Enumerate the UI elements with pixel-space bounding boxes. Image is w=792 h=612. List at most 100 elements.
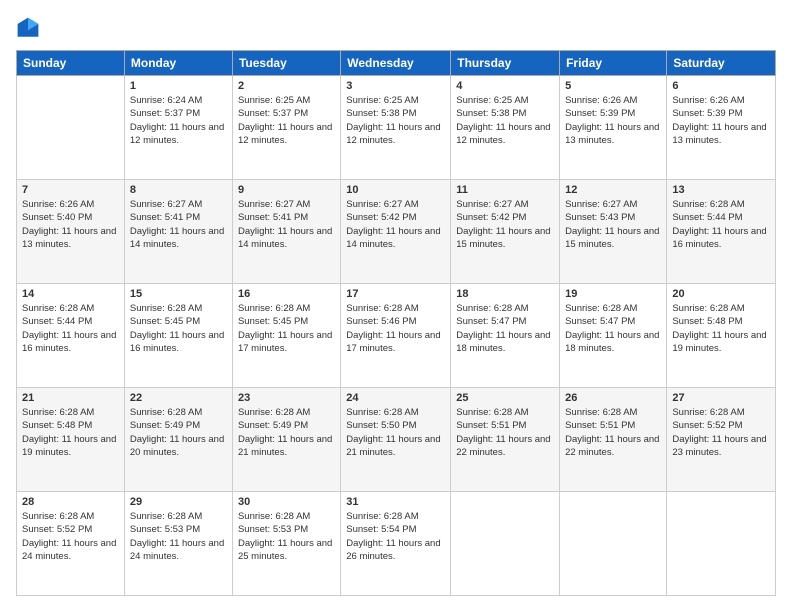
day-info: Sunrise: 6:28 AM Sunset: 5:45 PM Dayligh… [130, 302, 227, 355]
day-number: 23 [238, 392, 335, 404]
day-info: Sunrise: 6:27 AM Sunset: 5:41 PM Dayligh… [130, 198, 227, 251]
calendar-day-cell: 10 Sunrise: 6:27 AM Sunset: 5:42 PM Dayli… [341, 180, 451, 284]
calendar-week-row: 7Sunrise: 6:26 AM Sunset: 5:40 PM Daylig… [17, 180, 776, 284]
calendar-day-cell: 21 Sunrise: 6:28 AM Sunset: 5:48 PM Dayli… [17, 388, 125, 492]
calendar-day-cell: 5 Sunrise: 6:26 AM Sunset: 5:39 PM Daylig… [560, 76, 667, 180]
day-number: 2 [238, 80, 335, 92]
day-number: 11 [456, 184, 554, 196]
day-info: Sunrise: 6:28 AM Sunset: 5:53 PM Dayligh… [130, 510, 227, 563]
calendar-day-cell: 14 Sunrise: 6:28 AM Sunset: 5:44 PM Dayli… [17, 284, 125, 388]
day-info: Sunrise: 6:27 AM Sunset: 5:42 PM Dayligh… [456, 198, 554, 251]
calendar-day-cell: 28 Sunrise: 6:28 AM Sunset: 5:52 PM Dayli… [17, 492, 125, 596]
calendar-day-cell: 20Sunrise: 6:28 AM Sunset: 5:48 PM Dayli… [667, 284, 776, 388]
calendar-week-row: 21 Sunrise: 6:28 AM Sunset: 5:48 PM Dayli… [17, 388, 776, 492]
calendar-day-cell: 2Sunrise: 6:25 AM Sunset: 5:37 PM Daylig… [232, 76, 340, 180]
day-number: 9 [238, 184, 335, 196]
day-number: 17 [346, 288, 445, 300]
day-info: Sunrise: 6:24 AM Sunset: 5:37 PM Dayligh… [130, 94, 227, 147]
day-number: 15 [130, 288, 227, 300]
calendar-day-cell: 7Sunrise: 6:26 AM Sunset: 5:40 PM Daylig… [17, 180, 125, 284]
calendar-day-cell: 12 Sunrise: 6:27 AM Sunset: 5:43 PM Dayli… [560, 180, 667, 284]
day-info: Sunrise: 6:26 AM Sunset: 5:40 PM Dayligh… [22, 198, 119, 251]
day-info: Sunrise: 6:28 AM Sunset: 5:49 PM Dayligh… [130, 406, 227, 459]
calendar-day-header: Wednesday [341, 51, 451, 76]
calendar-day-cell: 31Sunrise: 6:28 AM Sunset: 5:54 PM Dayli… [341, 492, 451, 596]
day-info: Sunrise: 6:28 AM Sunset: 5:46 PM Dayligh… [346, 302, 445, 355]
calendar-day-cell: 1 Sunrise: 6:24 AM Sunset: 5:37 PM Daylig… [124, 76, 232, 180]
calendar-day-cell: 8 Sunrise: 6:27 AM Sunset: 5:41 PM Daylig… [124, 180, 232, 284]
calendar-day-cell [560, 492, 667, 596]
calendar-day-header: Sunday [17, 51, 125, 76]
day-number: 3 [346, 80, 445, 92]
calendar-day-cell: 15 Sunrise: 6:28 AM Sunset: 5:45 PM Dayli… [124, 284, 232, 388]
calendar-day-cell: 11 Sunrise: 6:27 AM Sunset: 5:42 PM Dayli… [451, 180, 560, 284]
day-info: Sunrise: 6:27 AM Sunset: 5:43 PM Dayligh… [565, 198, 661, 251]
day-number: 5 [565, 80, 661, 92]
day-info: Sunrise: 6:26 AM Sunset: 5:39 PM Dayligh… [565, 94, 661, 147]
day-number: 1 [130, 80, 227, 92]
day-number: 22 [130, 392, 227, 404]
day-info: Sunrise: 6:28 AM Sunset: 5:53 PM Dayligh… [238, 510, 335, 563]
day-info: Sunrise: 6:28 AM Sunset: 5:47 PM Dayligh… [565, 302, 661, 355]
calendar-day-cell: 30Sunrise: 6:28 AM Sunset: 5:53 PM Dayli… [232, 492, 340, 596]
calendar-day-header: Monday [124, 51, 232, 76]
calendar-day-cell: 24 Sunrise: 6:28 AM Sunset: 5:50 PM Dayli… [341, 388, 451, 492]
day-info: Sunrise: 6:28 AM Sunset: 5:48 PM Dayligh… [672, 302, 770, 355]
day-number: 26 [565, 392, 661, 404]
calendar-week-row: 1 Sunrise: 6:24 AM Sunset: 5:37 PM Daylig… [17, 76, 776, 180]
day-info: Sunrise: 6:28 AM Sunset: 5:44 PM Dayligh… [22, 302, 119, 355]
page: SundayMondayTuesdayWednesdayThursdayFrid… [0, 0, 792, 612]
day-number: 8 [130, 184, 227, 196]
calendar-day-cell: 22 Sunrise: 6:28 AM Sunset: 5:49 PM Dayli… [124, 388, 232, 492]
calendar-day-cell: 6 Sunrise: 6:26 AM Sunset: 5:39 PM Daylig… [667, 76, 776, 180]
day-info: Sunrise: 6:28 AM Sunset: 5:45 PM Dayligh… [238, 302, 335, 355]
calendar-day-header: Thursday [451, 51, 560, 76]
day-info: Sunrise: 6:28 AM Sunset: 5:52 PM Dayligh… [22, 510, 119, 563]
day-number: 12 [565, 184, 661, 196]
day-number: 18 [456, 288, 554, 300]
calendar-day-cell: 16 Sunrise: 6:28 AM Sunset: 5:45 PM Dayli… [232, 284, 340, 388]
calendar-day-cell: 13Sunrise: 6:28 AM Sunset: 5:44 PM Dayli… [667, 180, 776, 284]
day-info: Sunrise: 6:26 AM Sunset: 5:39 PM Dayligh… [672, 94, 770, 147]
day-info: Sunrise: 6:28 AM Sunset: 5:49 PM Dayligh… [238, 406, 335, 459]
header [16, 16, 776, 40]
day-number: 24 [346, 392, 445, 404]
day-info: Sunrise: 6:28 AM Sunset: 5:44 PM Dayligh… [672, 198, 770, 251]
calendar-day-cell [451, 492, 560, 596]
day-number: 14 [22, 288, 119, 300]
calendar-day-cell: 26 Sunrise: 6:28 AM Sunset: 5:51 PM Dayli… [560, 388, 667, 492]
calendar-day-cell: 19 Sunrise: 6:28 AM Sunset: 5:47 PM Dayli… [560, 284, 667, 388]
day-info: Sunrise: 6:28 AM Sunset: 5:52 PM Dayligh… [672, 406, 770, 459]
day-number: 19 [565, 288, 661, 300]
day-number: 6 [672, 80, 770, 92]
calendar-week-row: 28 Sunrise: 6:28 AM Sunset: 5:52 PM Dayli… [17, 492, 776, 596]
calendar-table: SundayMondayTuesdayWednesdayThursdayFrid… [16, 50, 776, 596]
calendar-day-header: Saturday [667, 51, 776, 76]
calendar-day-cell: 9 Sunrise: 6:27 AM Sunset: 5:41 PM Daylig… [232, 180, 340, 284]
day-info: Sunrise: 6:28 AM Sunset: 5:48 PM Dayligh… [22, 406, 119, 459]
calendar-week-row: 14 Sunrise: 6:28 AM Sunset: 5:44 PM Dayli… [17, 284, 776, 388]
logo-icon [16, 16, 40, 40]
calendar-day-cell [17, 76, 125, 180]
day-number: 10 [346, 184, 445, 196]
calendar-day-header: Tuesday [232, 51, 340, 76]
calendar-day-cell: 17 Sunrise: 6:28 AM Sunset: 5:46 PM Dayli… [341, 284, 451, 388]
day-info: Sunrise: 6:28 AM Sunset: 5:51 PM Dayligh… [456, 406, 554, 459]
day-info: Sunrise: 6:27 AM Sunset: 5:41 PM Dayligh… [238, 198, 335, 251]
day-info: Sunrise: 6:28 AM Sunset: 5:51 PM Dayligh… [565, 406, 661, 459]
day-number: 21 [22, 392, 119, 404]
calendar-header-row: SundayMondayTuesdayWednesdayThursdayFrid… [17, 51, 776, 76]
day-info: Sunrise: 6:25 AM Sunset: 5:38 PM Dayligh… [346, 94, 445, 147]
calendar-day-cell [667, 492, 776, 596]
calendar-day-cell: 29Sunrise: 6:28 AM Sunset: 5:53 PM Dayli… [124, 492, 232, 596]
logo [16, 16, 44, 40]
day-info: Sunrise: 6:28 AM Sunset: 5:47 PM Dayligh… [456, 302, 554, 355]
day-info: Sunrise: 6:28 AM Sunset: 5:50 PM Dayligh… [346, 406, 445, 459]
calendar-day-cell: 23 Sunrise: 6:28 AM Sunset: 5:49 PM Dayli… [232, 388, 340, 492]
calendar-day-header: Friday [560, 51, 667, 76]
day-info: Sunrise: 6:28 AM Sunset: 5:54 PM Dayligh… [346, 510, 445, 563]
day-number: 16 [238, 288, 335, 300]
day-info: Sunrise: 6:27 AM Sunset: 5:42 PM Dayligh… [346, 198, 445, 251]
day-number: 28 [22, 496, 119, 508]
calendar-day-cell: 27Sunrise: 6:28 AM Sunset: 5:52 PM Dayli… [667, 388, 776, 492]
